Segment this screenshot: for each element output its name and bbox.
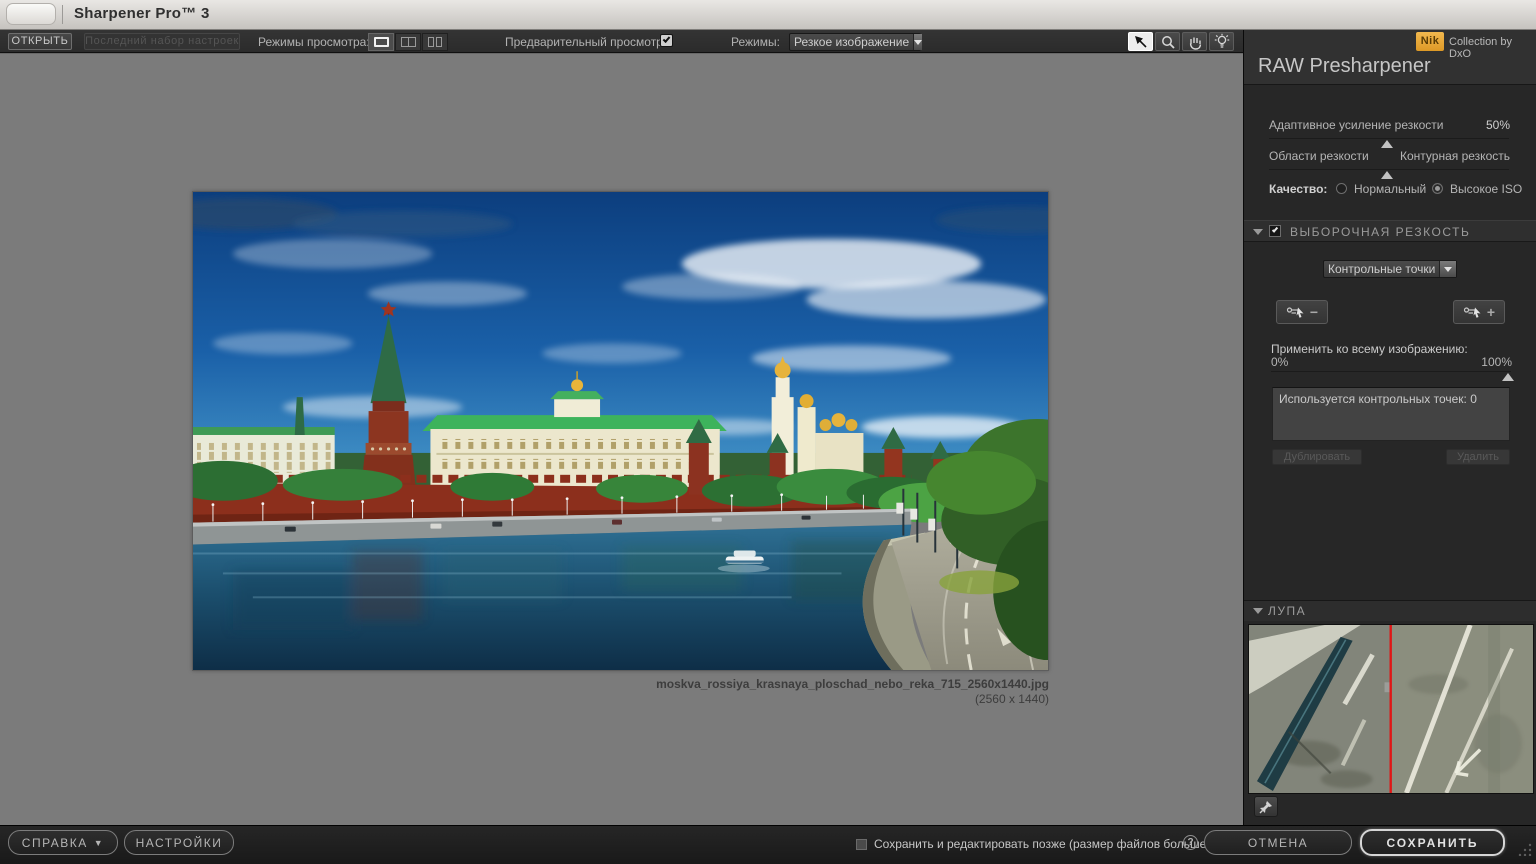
save-later-checkbox[interactable] — [856, 839, 867, 850]
chevron-down-icon[interactable] — [913, 34, 922, 50]
delete-button: Удалить — [1446, 449, 1510, 465]
window-title: Sharpener Pro™ 3 — [74, 5, 210, 22]
loupe-preview[interactable] — [1248, 624, 1534, 794]
edge-sharpness-label: Контурная резкость — [1400, 149, 1510, 163]
selective-enable-checkbox[interactable] — [1269, 225, 1281, 237]
quality-high-iso-radio[interactable] — [1432, 183, 1443, 194]
quality-normal-label[interactable]: Нормальный — [1354, 182, 1426, 196]
panel-header: Nik Collection by DxO RAW Presharpener — [1244, 30, 1536, 85]
preview-image[interactable] — [192, 191, 1049, 671]
settings-button-label: НАСТРОЙКИ — [136, 836, 223, 850]
cancel-button[interactable]: ОТМЕНА — [1204, 830, 1352, 855]
balance-slider-thumb[interactable] — [1381, 171, 1393, 179]
settings-panel: Nik Collection by DxO RAW Presharpener А… — [1243, 30, 1536, 825]
remove-control-point-button[interactable]: − — [1276, 300, 1328, 324]
chevron-down-icon[interactable] — [1439, 261, 1456, 277]
loupe-section-title: ЛУПА — [1268, 604, 1306, 618]
preview-label: Предварительный просмотр: — [505, 35, 666, 49]
image-canvas: moskva_rossiya_krasnaya_ploschad_nebo_re… — [0, 53, 1243, 825]
view-modes-label: Режимы просмотра: — [258, 35, 370, 49]
cursor-arrow-icon — [1132, 34, 1150, 50]
control-points-dropdown-value: Контрольные точки — [1324, 262, 1439, 276]
points-used-text: Используется контрольных точек: 0 — [1279, 392, 1477, 406]
control-points-dropdown[interactable]: Контрольные точки — [1323, 260, 1457, 278]
control-point-icon — [1286, 306, 1306, 319]
chevron-down-icon: ▼ — [94, 838, 104, 848]
collapse-triangle-icon[interactable] — [1253, 229, 1263, 235]
mode-dropdown[interactable]: Резкое изображение — [789, 33, 921, 51]
help-question-icon[interactable]: ? — [1183, 835, 1198, 850]
save-button[interactable]: СОХРАНИТЬ — [1360, 829, 1505, 856]
titlebar-divider — [62, 5, 63, 24]
add-control-point-button[interactable]: + — [1453, 300, 1505, 324]
apply-to-image-label: Применить ко всему изображению: — [1271, 342, 1468, 356]
adaptive-slider-thumb[interactable] — [1381, 140, 1393, 148]
bottom-bar: СПРАВКА ▼ НАСТРОЙКИ Сохранить и редактир… — [0, 825, 1536, 864]
loupe-graphic — [1249, 625, 1533, 793]
sharpener-pro-window: Sharpener Pro™ 3 ОТКРЫТЬ Последний набор… — [0, 0, 1536, 864]
loupe-pin-button[interactable] — [1254, 796, 1278, 817]
view-mode-sidebyside-button[interactable] — [422, 33, 448, 51]
window-menu-chip[interactable] — [6, 3, 56, 25]
selective-section-header[interactable]: ВЫБОРОЧНАЯ РЕЗКОСТЬ — [1244, 220, 1536, 242]
mode-dropdown-value: Резкое изображение — [790, 35, 913, 49]
side-by-side-view-icon — [428, 37, 442, 47]
settings-button[interactable]: НАСТРОЙКИ — [124, 830, 234, 855]
resize-grip[interactable] — [1517, 842, 1533, 861]
quality-normal-radio[interactable] — [1336, 183, 1347, 194]
open-button[interactable]: ОТКРЫТЬ — [8, 33, 72, 50]
select-tool-button[interactable] — [1128, 32, 1153, 51]
help-button-label: СПРАВКА — [22, 836, 88, 850]
resize-grip-icon — [1517, 842, 1533, 856]
last-preset-button: Последний набор настроек — [84, 33, 240, 50]
panel-title: RAW Presharpener — [1258, 55, 1431, 78]
single-view-icon — [374, 37, 389, 47]
apply-max-label: 100% — [1481, 355, 1512, 369]
apply-min-label: 0% — [1271, 355, 1288, 369]
image-dimensions: (2560 x 1440) — [392, 692, 1049, 707]
adaptive-sharpening-value: 50% — [1486, 118, 1510, 132]
adaptive-sharpening-label: Адаптивное усиление резкости — [1269, 118, 1444, 132]
control-point-icon — [1463, 306, 1483, 319]
collapse-triangle-icon[interactable] — [1253, 608, 1263, 614]
modes-label: Режимы: — [731, 35, 780, 49]
control-points-list[interactable]: Используется контрольных точек: 0 — [1272, 387, 1510, 441]
preview-checkbox[interactable] — [660, 34, 673, 47]
magnifier-icon — [1159, 34, 1177, 50]
sharp-areas-label: Области резкости — [1269, 149, 1369, 163]
minus-label: − — [1310, 304, 1318, 320]
quality-high-iso-label[interactable]: Высокое ISO — [1450, 182, 1522, 196]
quality-label: Качество: — [1269, 182, 1327, 196]
main-toolbar: ОТКРЫТЬ Последний набор настроек Режимы … — [0, 30, 1243, 53]
pushpin-icon — [1259, 800, 1273, 814]
help-button[interactable]: СПРАВКА ▼ — [8, 830, 118, 855]
check-icon — [1272, 226, 1278, 232]
brand-suffix: Collection by DxO — [1449, 36, 1536, 60]
lightbulb-icon — [1213, 33, 1231, 50]
adaptive-slider-track[interactable] — [1269, 138, 1509, 139]
lightbulb-tool-button[interactable] — [1209, 32, 1234, 51]
selective-section-title: ВЫБОРОЧНАЯ РЕЗКОСТЬ — [1290, 225, 1470, 239]
nik-logo: Nik — [1416, 32, 1444, 51]
view-mode-single-button[interactable] — [368, 33, 394, 51]
title-bar: Sharpener Pro™ 3 — [0, 0, 1536, 30]
duplicate-button: Дублировать — [1272, 449, 1362, 465]
image-filename: moskva_rossiya_krasnaya_ploschad_nebo_re… — [392, 677, 1049, 692]
save-button-label: СОХРАНИТЬ — [1386, 836, 1478, 850]
loupe-section-header[interactable]: ЛУПА — [1244, 601, 1536, 621]
plus-label: + — [1487, 304, 1495, 320]
split-view-icon — [401, 37, 416, 47]
cancel-button-label: ОТМЕНА — [1248, 836, 1308, 850]
kremlin-photo-graphic — [193, 192, 1048, 670]
check-icon — [663, 35, 671, 43]
zoom-tool-button[interactable] — [1155, 32, 1180, 51]
apply-slider-thumb[interactable] — [1502, 373, 1514, 381]
pan-tool-button[interactable] — [1182, 32, 1207, 51]
apply-slider-track[interactable] — [1271, 371, 1511, 372]
image-caption: moskva_rossiya_krasnaya_ploschad_nebo_re… — [392, 677, 1049, 707]
balance-slider-track[interactable] — [1269, 169, 1509, 170]
save-later-label[interactable]: Сохранить и редактировать позже (размер … — [874, 837, 1210, 851]
view-mode-split-button[interactable] — [395, 33, 421, 51]
hand-icon — [1186, 34, 1204, 50]
